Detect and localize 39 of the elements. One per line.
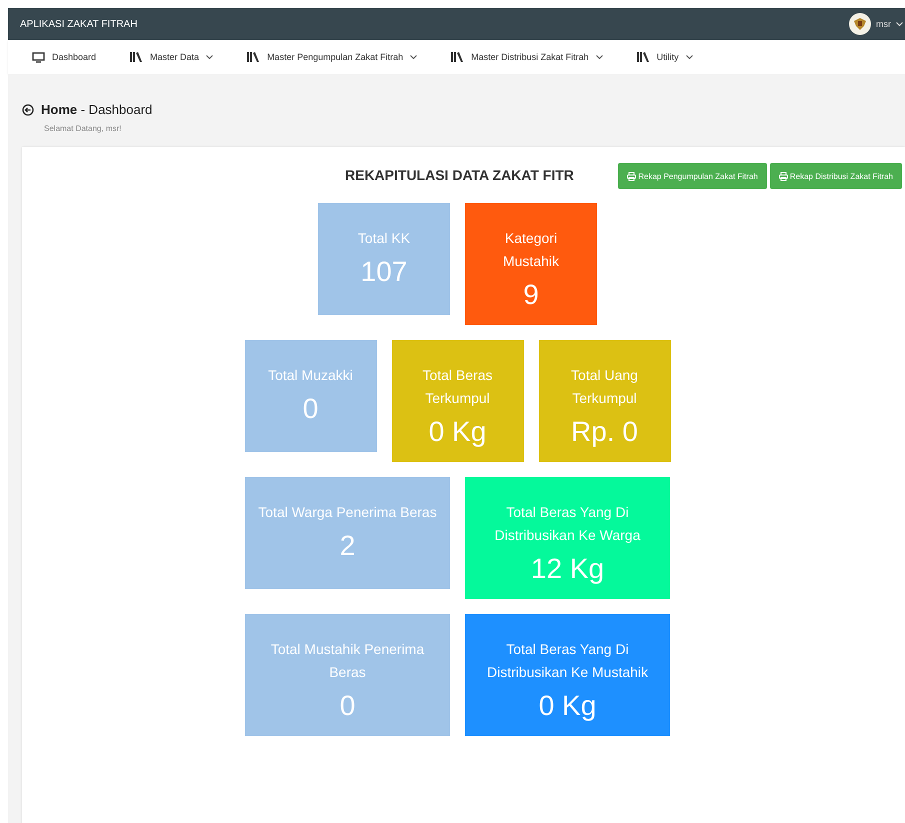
back-icon[interactable] (22, 104, 34, 116)
stat-value: 0 (302, 393, 318, 425)
report-title: REKAPITULASI DATA ZAKAT FITR (345, 167, 574, 183)
stat-value: 0 Kg (428, 416, 486, 448)
stat-label: Total Beras Terkumpul (421, 366, 494, 408)
stat-label: Total Mustahik Penerima Beras (270, 640, 426, 682)
printer-icon (778, 172, 788, 180)
nav-menu-item[interactable]: Dashboard (32, 52, 96, 62)
nav-menu-item[interactable]: Master Data (130, 52, 214, 62)
nav-menu-item[interactable]: Master Pengumpulan Zakat Fitrah (247, 52, 418, 62)
caret-icon (896, 22, 903, 26)
stat-value: Rp. 0 (571, 416, 638, 448)
printer-icon (627, 172, 636, 180)
stat-value: 107 (360, 256, 408, 288)
stat-label: Kategori Mustahik (502, 229, 560, 271)
stat-label: Total Beras Yang Di Distribusikan Ke Warga (494, 503, 642, 545)
avatar-icon (849, 13, 871, 35)
stat-label: Total Beras Yang Di Distribusikan Ke Mustahik (486, 640, 650, 682)
stat-value: 0 (340, 690, 356, 722)
stat-label: Total KK (358, 229, 410, 248)
books-icon (130, 52, 144, 62)
books-icon (636, 52, 650, 62)
breadcrumb-title: Home - Dashboard (41, 102, 152, 117)
app-title: APLIKASI ZAKAT FITRAH (20, 18, 138, 30)
stat-value: 9 (523, 279, 539, 311)
books-icon (247, 52, 260, 62)
nav-menu-item[interactable]: Master Distribusi Zakat Fitrah (451, 52, 603, 62)
stat-value: 0 Kg (538, 690, 596, 722)
monitor-icon (32, 52, 45, 62)
user-menu[interactable]: msr (849, 13, 905, 35)
nav-menu-item[interactable]: Utility (636, 52, 693, 62)
books-icon (451, 52, 464, 62)
stat-value: 12 Kg (530, 553, 604, 585)
welcome-text: Selamat Datang, msr! (43, 123, 122, 135)
stat-label: Total Muzakki (268, 366, 353, 385)
user-name: msr (876, 19, 891, 29)
stat-value: 2 (340, 530, 356, 562)
stat-label: Total Warga Penerima Beras (258, 503, 437, 522)
stat-label: Total Uang Terkumpul (570, 366, 639, 408)
